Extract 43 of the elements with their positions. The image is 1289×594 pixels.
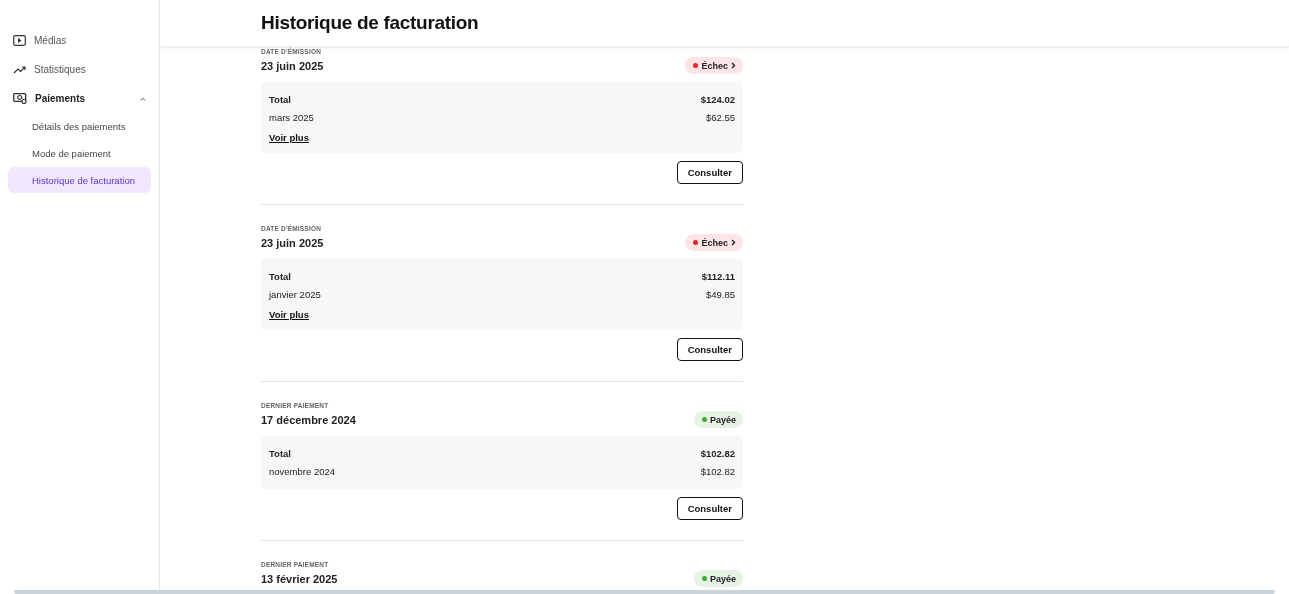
status-badge[interactable]: Payée [693,411,743,428]
sidebar-subitem[interactable]: Historique de facturation [8,167,151,193]
invoice-date: 23 juin 2025 [261,236,324,249]
chevron-icon [731,239,736,246]
sidebar-subitem[interactable]: Détails des paiements [8,113,151,139]
sidebar-subitem[interactable]: Mode de paiement [8,140,151,166]
status-badge[interactable]: Échec [685,57,743,74]
money-icon [13,93,27,104]
page-title: Historique de facturation [261,12,479,34]
status-badge[interactable]: Échec [685,234,743,251]
horizontal-scrollbar[interactable] [14,590,1275,594]
see-more-link[interactable]: Voir plus [269,309,309,320]
total-amount: $112.11 [701,270,735,284]
total-label: Total [269,447,291,461]
invoice-date: 13 février 2025 [261,572,338,585]
total-amount: $102.82 [700,447,735,461]
status-dot [693,240,699,245]
trend-icon [13,65,26,74]
period-amount: $49.85 [705,288,735,302]
invoice-date: 17 décembre 2024 [261,413,356,426]
sidebar-item[interactable]: Statistiques [8,55,151,84]
status-dot [693,63,699,68]
total-label: Total [269,270,291,284]
period-amount: $62.55 [705,111,735,125]
period-label: janvier 2025 [269,288,321,302]
caret-icon [140,96,146,101]
status-badge[interactable]: Payée [693,570,743,587]
total-label: Total [269,93,291,107]
sidebar-item[interactable]: Médias [8,26,151,55]
view-button[interactable]: Consulter [676,338,743,361]
chevron-icon [731,62,736,69]
see-more-link[interactable]: Voir plus [269,132,309,143]
invoice-date: 23 juin 2025 [261,59,324,72]
total-amount: $124.02 [700,93,735,107]
period-label: novembre 2024 [269,465,336,479]
status-dot [701,417,707,422]
play-icon [13,35,26,46]
status-dot [701,576,707,581]
period-amount: $102.82 [700,465,735,479]
view-button[interactable]: Consulter [676,497,743,520]
period-label: mars 2025 [269,111,314,125]
view-button[interactable]: Consulter [676,161,743,184]
sidebar-item[interactable]: Paiements [8,84,151,113]
